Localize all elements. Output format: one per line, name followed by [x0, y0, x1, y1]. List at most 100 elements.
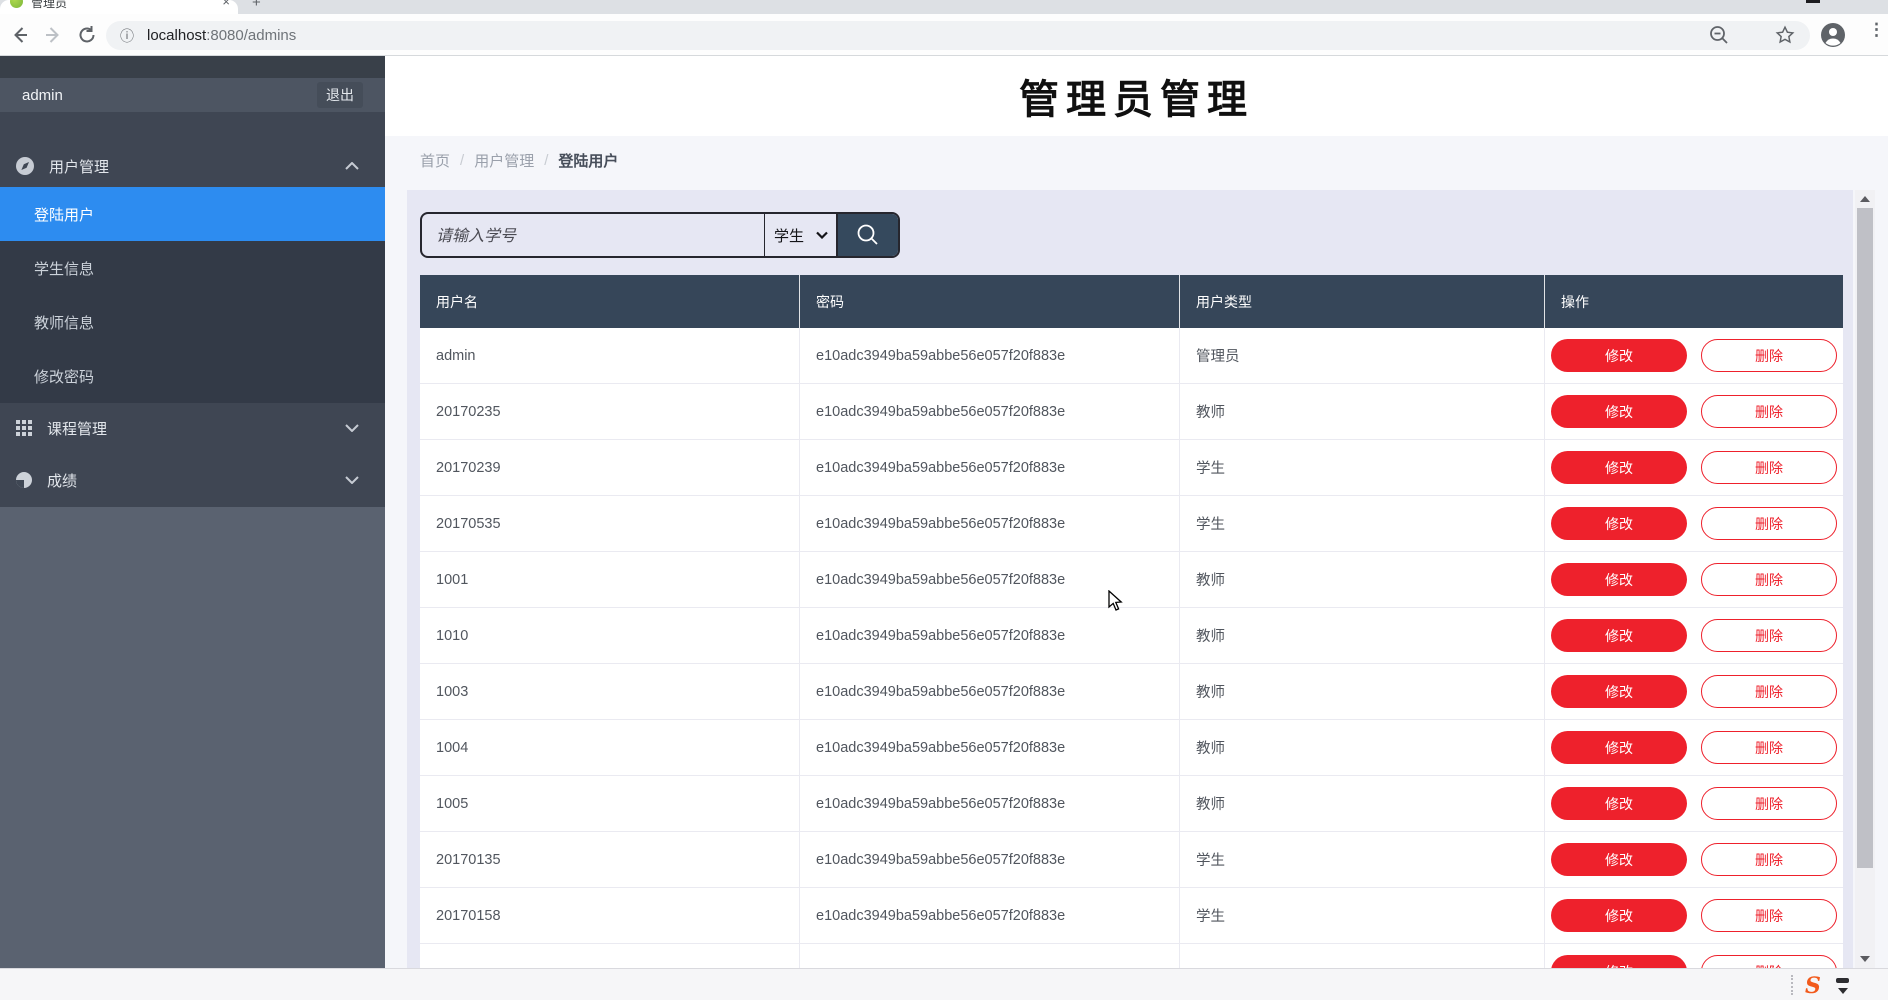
sogou-ime-icon[interactable]: S: [1801, 973, 1825, 999]
edit-button[interactable]: 修改: [1551, 731, 1687, 764]
table-row: 20170158 e10adc3949ba59abbe56e057f20f883…: [420, 888, 1843, 944]
cell-operations: 修改 删除: [1545, 440, 1843, 495]
breadcrumb-current: 登陆用户: [558, 150, 618, 171]
sidebar-group-course-management[interactable]: 课程管理: [0, 403, 385, 453]
column-header-username: 用户名: [420, 275, 800, 328]
edit-button[interactable]: 修改: [1551, 619, 1687, 652]
cell-username: 20170239: [420, 440, 800, 495]
cell-username: 1003: [420, 664, 800, 719]
chevron-up-icon: [345, 162, 359, 170]
search-input[interactable]: [422, 214, 764, 256]
column-header-usertype: 用户类型: [1180, 275, 1545, 328]
cell-operations: 修改 删除: [1545, 552, 1843, 607]
cell-operations: 修改 删除: [1545, 720, 1843, 775]
scrollbar-down-arrow[interactable]: [1855, 950, 1875, 968]
cell-usertype: 管理员: [1180, 328, 1545, 383]
logged-in-username: admin: [22, 87, 63, 104]
ime-toolbar-grip[interactable]: [1791, 975, 1793, 995]
user-type-select-value: 学生: [774, 225, 804, 246]
url-text: localhost:8080/admins: [147, 27, 296, 44]
logout-button[interactable]: 退出: [317, 82, 363, 108]
browser-tab[interactable]: 管理员 ×: [0, 0, 238, 14]
scrollbar-up-arrow[interactable]: [1855, 190, 1875, 208]
delete-button[interactable]: 删除: [1701, 843, 1837, 876]
sidebar-item-change-password[interactable]: 修改密码: [0, 349, 385, 403]
cell-usertype: 学生: [1180, 888, 1545, 943]
edit-button[interactable]: 修改: [1551, 955, 1687, 968]
delete-button[interactable]: 删除: [1701, 787, 1837, 820]
edit-button[interactable]: 修改: [1551, 507, 1687, 540]
forward-button[interactable]: [40, 22, 66, 48]
address-bar[interactable]: ⓘ localhost:8080/admins: [106, 21, 1810, 50]
browser-menu-icon[interactable]: ⋮: [1868, 20, 1885, 40]
edit-button[interactable]: 修改: [1551, 787, 1687, 820]
cell-username: 20170135: [420, 832, 800, 887]
sidebar-user-bar: admin 退出: [0, 78, 385, 112]
cell-operations: 修改 删除: [1545, 384, 1843, 439]
breadcrumb-separator: /: [460, 152, 464, 169]
edit-button[interactable]: 修改: [1551, 451, 1687, 484]
sidebar-group-scores[interactable]: 成绩: [0, 453, 385, 507]
column-header-operations: 操作: [1545, 275, 1843, 328]
zoom-out-indicator-icon[interactable]: [1706, 22, 1732, 48]
cell-username: 20170535: [420, 496, 800, 551]
sidebar-group-user-management[interactable]: 用户管理: [0, 145, 385, 187]
sidebar-top-strip: [0, 56, 385, 78]
delete-button[interactable]: 删除: [1701, 339, 1837, 372]
table-row: 20170235 e10adc3949ba59abbe56e057f20f883…: [420, 384, 1843, 440]
edit-button[interactable]: 修改: [1551, 563, 1687, 596]
vertical-scrollbar[interactable]: [1855, 190, 1875, 968]
delete-button[interactable]: 删除: [1701, 395, 1837, 428]
delete-button[interactable]: 删除: [1701, 899, 1837, 932]
delete-button[interactable]: 删除: [1701, 451, 1837, 484]
cell-usertype: 教师: [1180, 384, 1545, 439]
search-icon: [855, 222, 881, 248]
tab-favicon-icon: [10, 0, 23, 8]
edit-button[interactable]: 修改: [1551, 675, 1687, 708]
page-title: 管理员管理: [1019, 67, 1254, 125]
edit-button[interactable]: 修改: [1551, 899, 1687, 932]
cell-operations: 修改 删除: [1545, 496, 1843, 551]
delete-button[interactable]: 删除: [1701, 619, 1837, 652]
user-type-select[interactable]: 学生: [764, 214, 836, 256]
profile-avatar[interactable]: [1820, 22, 1846, 53]
cell-password: e10adc3949ba59abbe56e057f20f883e: [800, 832, 1180, 887]
sidebar-item-teacher-info[interactable]: 教师信息: [0, 295, 385, 349]
window-minimize-button[interactable]: [1806, 0, 1820, 3]
delete-button[interactable]: 删除: [1701, 955, 1837, 968]
page-header: 管理员管理: [385, 56, 1888, 136]
cell-usertype: 教师: [1180, 552, 1545, 607]
ime-caret-icon: [1838, 988, 1848, 994]
sidebar-item-student-info[interactable]: 学生信息: [0, 241, 385, 295]
site-info-icon[interactable]: ⓘ: [120, 26, 134, 46]
delete-button[interactable]: 删除: [1701, 731, 1837, 764]
cell-username: [420, 944, 800, 968]
ime-status-icon[interactable]: [1836, 978, 1849, 983]
search-bar-group: 学生: [420, 212, 900, 258]
bookmark-star-icon[interactable]: [1772, 22, 1798, 48]
reload-button[interactable]: [74, 22, 100, 48]
delete-button[interactable]: 删除: [1701, 507, 1837, 540]
cell-operations: 修改 删除: [1545, 328, 1843, 383]
scrollbar-thumb[interactable]: [1857, 208, 1873, 868]
back-button[interactable]: [7, 22, 33, 48]
mouse-cursor: [1108, 590, 1124, 617]
cell-operations: 修改 删除: [1545, 888, 1843, 943]
cell-password: e10adc3949ba59abbe56e057f20f883e: [800, 496, 1180, 551]
table-row: 修改 删除: [420, 944, 1843, 968]
breadcrumb-home[interactable]: 首页: [420, 150, 450, 171]
edit-button[interactable]: 修改: [1551, 395, 1687, 428]
cell-operations: 修改 删除: [1545, 776, 1843, 831]
edit-button[interactable]: 修改: [1551, 843, 1687, 876]
edit-button[interactable]: 修改: [1551, 339, 1687, 372]
search-button[interactable]: [836, 214, 898, 256]
breadcrumb-user-management[interactable]: 用户管理: [474, 150, 534, 171]
tab-close-icon[interactable]: ×: [222, 0, 230, 9]
sidebar-group-label: 成绩: [47, 470, 345, 491]
table-header-row: 用户名 密码 用户类型 操作: [420, 275, 1843, 328]
delete-button[interactable]: 删除: [1701, 675, 1837, 708]
delete-button[interactable]: 删除: [1701, 563, 1837, 596]
table-body: admin e10adc3949ba59abbe56e057f20f883e 管…: [420, 328, 1843, 968]
new-tab-button[interactable]: +: [252, 0, 261, 11]
sidebar-item-login-users[interactable]: 登陆用户: [0, 187, 385, 241]
